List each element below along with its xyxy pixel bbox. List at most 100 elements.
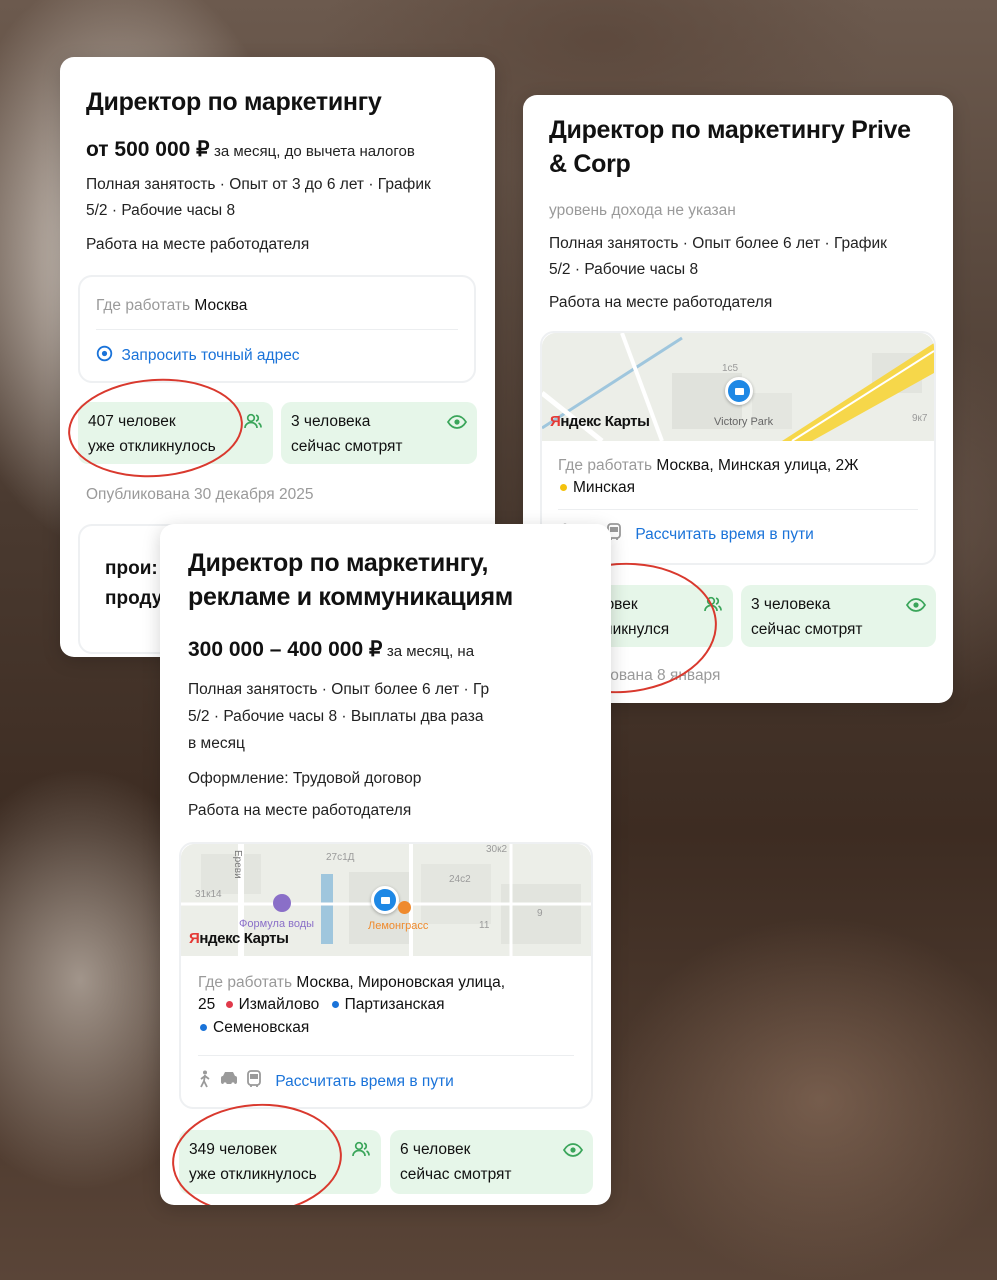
map-label: Victory Park — [714, 416, 774, 428]
viewing-text: сейчас смотрят — [400, 1166, 512, 1183]
employment-meta: Полная занятость · Опыт более 6 лет · Гр… — [188, 676, 489, 757]
map-label: Лемонграсс — [368, 920, 429, 932]
route-time-label: Рассчитать время в пути — [635, 525, 814, 543]
responses-count: 349 человек — [189, 1141, 277, 1158]
viewing-text: сейчас смотрят — [751, 621, 863, 638]
responses-text: уже откликнулось — [189, 1166, 317, 1183]
yandex-maps-logo: Яндекс Карты — [189, 930, 289, 947]
salary-note: за месяц, на — [386, 643, 475, 660]
where-value: Москва — [194, 297, 248, 314]
peek-text: прои: проду — [105, 554, 162, 614]
metro-dot — [331, 1000, 339, 1008]
title-line: Директор по маркетингу Prive — [549, 116, 911, 144]
logo-text: ндекс Карты — [560, 413, 650, 430]
meta-line: 5/2 · Рабочие часы 8 — [86, 202, 236, 219]
map-preview[interactable]: 1с5 Victory Park 9к7 Яндекс Карты — [542, 333, 934, 441]
responses-stat: 349 человек уже откликнулось — [179, 1130, 381, 1194]
map-label: 31к14 — [195, 889, 222, 900]
map-label: 11 — [479, 920, 490, 931]
vacancy-title[interactable]: Директор по маркетингу, рекламе и коммун… — [188, 546, 513, 614]
logo-letter: Я — [550, 413, 561, 430]
eye-icon — [562, 1140, 584, 1165]
meta-line: Полная занятость · Опыт более 6 лет · Гр — [188, 681, 490, 698]
request-address-link[interactable]: Запросить точный адрес — [96, 345, 300, 367]
meta-line: в месяц — [188, 735, 245, 752]
peek-line: прои: — [105, 558, 158, 579]
meta-line: Полная занятость · Опыт от 3 до 6 лет · … — [86, 176, 431, 193]
viewing-count: 3 человека — [751, 596, 831, 613]
vacancy-card-3[interactable]: Директор по маркетингу, рекламе и коммун… — [160, 524, 611, 1205]
viewing-count: 3 человека — [291, 413, 371, 430]
vacancy-title[interactable]: Директор по маркетингу Prive & Corp — [549, 113, 911, 181]
map-label: 9к7 — [912, 413, 928, 424]
employment-meta: Полная занятость · Опыт от 3 до 6 лет · … — [86, 172, 431, 224]
where-row: Где работать Москва — [96, 295, 247, 317]
title-line: & Corp — [549, 150, 631, 178]
map-label: 1с5 — [722, 363, 739, 374]
map-label: 27с1Д — [326, 852, 355, 863]
map-preview[interactable]: 27с1Д 30к2 24с2 31к14 Формула воды Лемон… — [181, 844, 591, 956]
metro-station: Партизанская — [344, 996, 445, 1013]
briefcase-pin-icon[interactable] — [725, 377, 753, 405]
where-value-cont: 25 — [198, 996, 216, 1013]
eye-icon — [446, 412, 468, 437]
responses-stat: 407 человек уже откликнулось — [78, 402, 273, 464]
metro-dot — [200, 1023, 207, 1031]
salary-row: 300 000 – 400 000 ₽ за месяц, на — [188, 637, 474, 662]
briefcase-pin-icon[interactable] — [371, 886, 399, 914]
divider — [198, 1055, 574, 1056]
contract-type: Оформление: Трудовой договор — [188, 770, 422, 787]
work-place: Работа на месте работодателя — [188, 802, 412, 819]
work-place: Работа на месте работодателя — [86, 236, 310, 253]
metro-station: Измайлово — [238, 996, 320, 1013]
where-label: Где работать — [558, 457, 653, 474]
route-time-label: Рассчитать время в пути — [275, 1072, 454, 1090]
salary-not-specified: уровень дохода не указан — [549, 202, 736, 219]
map-label: Формула воды — [239, 918, 315, 930]
people-icon — [703, 595, 723, 621]
where-value: Москва, Минская улица, 2Ж — [656, 457, 859, 474]
title-line: рекламе и коммуникациям — [188, 583, 513, 611]
employment-meta: Полная занятость · Опыт более 6 лет · Гр… — [549, 231, 887, 283]
car-icon — [220, 1071, 238, 1092]
metro-station: Семеновская — [213, 1019, 310, 1036]
logo-text: ндекс Карты — [199, 930, 289, 947]
responses-text: уже откликнулось — [88, 438, 216, 455]
map-label: 24с2 — [449, 874, 471, 885]
viewing-stat: 6 человек сейчас смотрят — [390, 1130, 593, 1194]
salary-note: за месяц, до вычета налогов — [213, 143, 415, 160]
metro-dot — [560, 483, 567, 491]
viewing-count: 6 человек — [400, 1141, 471, 1158]
vacancy-title[interactable]: Директор по маркетингу — [86, 85, 382, 119]
walk-icon — [198, 1070, 212, 1093]
where-row: Где работать Москва, Мироновская улица, — [198, 972, 505, 994]
poi-icon — [273, 894, 291, 912]
peek-line: проду — [105, 588, 163, 609]
title-line: Директор по маркетингу, — [188, 549, 489, 577]
metro-row: Минская — [558, 477, 635, 499]
divider — [558, 509, 918, 510]
viewing-stat: 3 человека сейчас смотрят — [741, 585, 936, 647]
location-box: 27с1Д 30к2 24с2 31к14 Формула воды Лемон… — [179, 842, 593, 1109]
location-box: Где работать Москва Запросить точный адр… — [78, 275, 476, 383]
location-icon — [96, 345, 113, 367]
meta-line: Полная занятость · Опыт более 6 лет · Гр… — [549, 235, 887, 252]
route-time-link[interactable]: Рассчитать время в пути — [198, 1070, 454, 1093]
salary: от 500 000 ₽ — [86, 138, 210, 161]
metro-row: Семеновская — [198, 1017, 309, 1039]
work-place: Работа на месте работодателя — [549, 294, 773, 311]
metro-station: Минская — [573, 479, 636, 496]
meta-line: 5/2 · Рабочие часы 8 — [549, 261, 699, 278]
people-icon — [243, 412, 263, 438]
where-row: Где работать Москва, Минская улица, 2Ж — [558, 455, 858, 477]
responses-count: 407 человек — [88, 413, 176, 430]
metro-row: 25 Измайлово Партизанская — [198, 994, 445, 1016]
request-address-label: Запросить точный адрес — [121, 347, 300, 365]
where-label: Где работать — [96, 297, 191, 314]
viewing-stat: 3 человека сейчас смотрят — [281, 402, 477, 464]
where-label: Где работать — [198, 974, 293, 991]
eye-icon — [905, 595, 927, 620]
bus-icon — [247, 1070, 261, 1093]
published-date: Опубликована 30 декабря 2025 — [86, 486, 314, 503]
map-label: 9 — [537, 908, 543, 919]
